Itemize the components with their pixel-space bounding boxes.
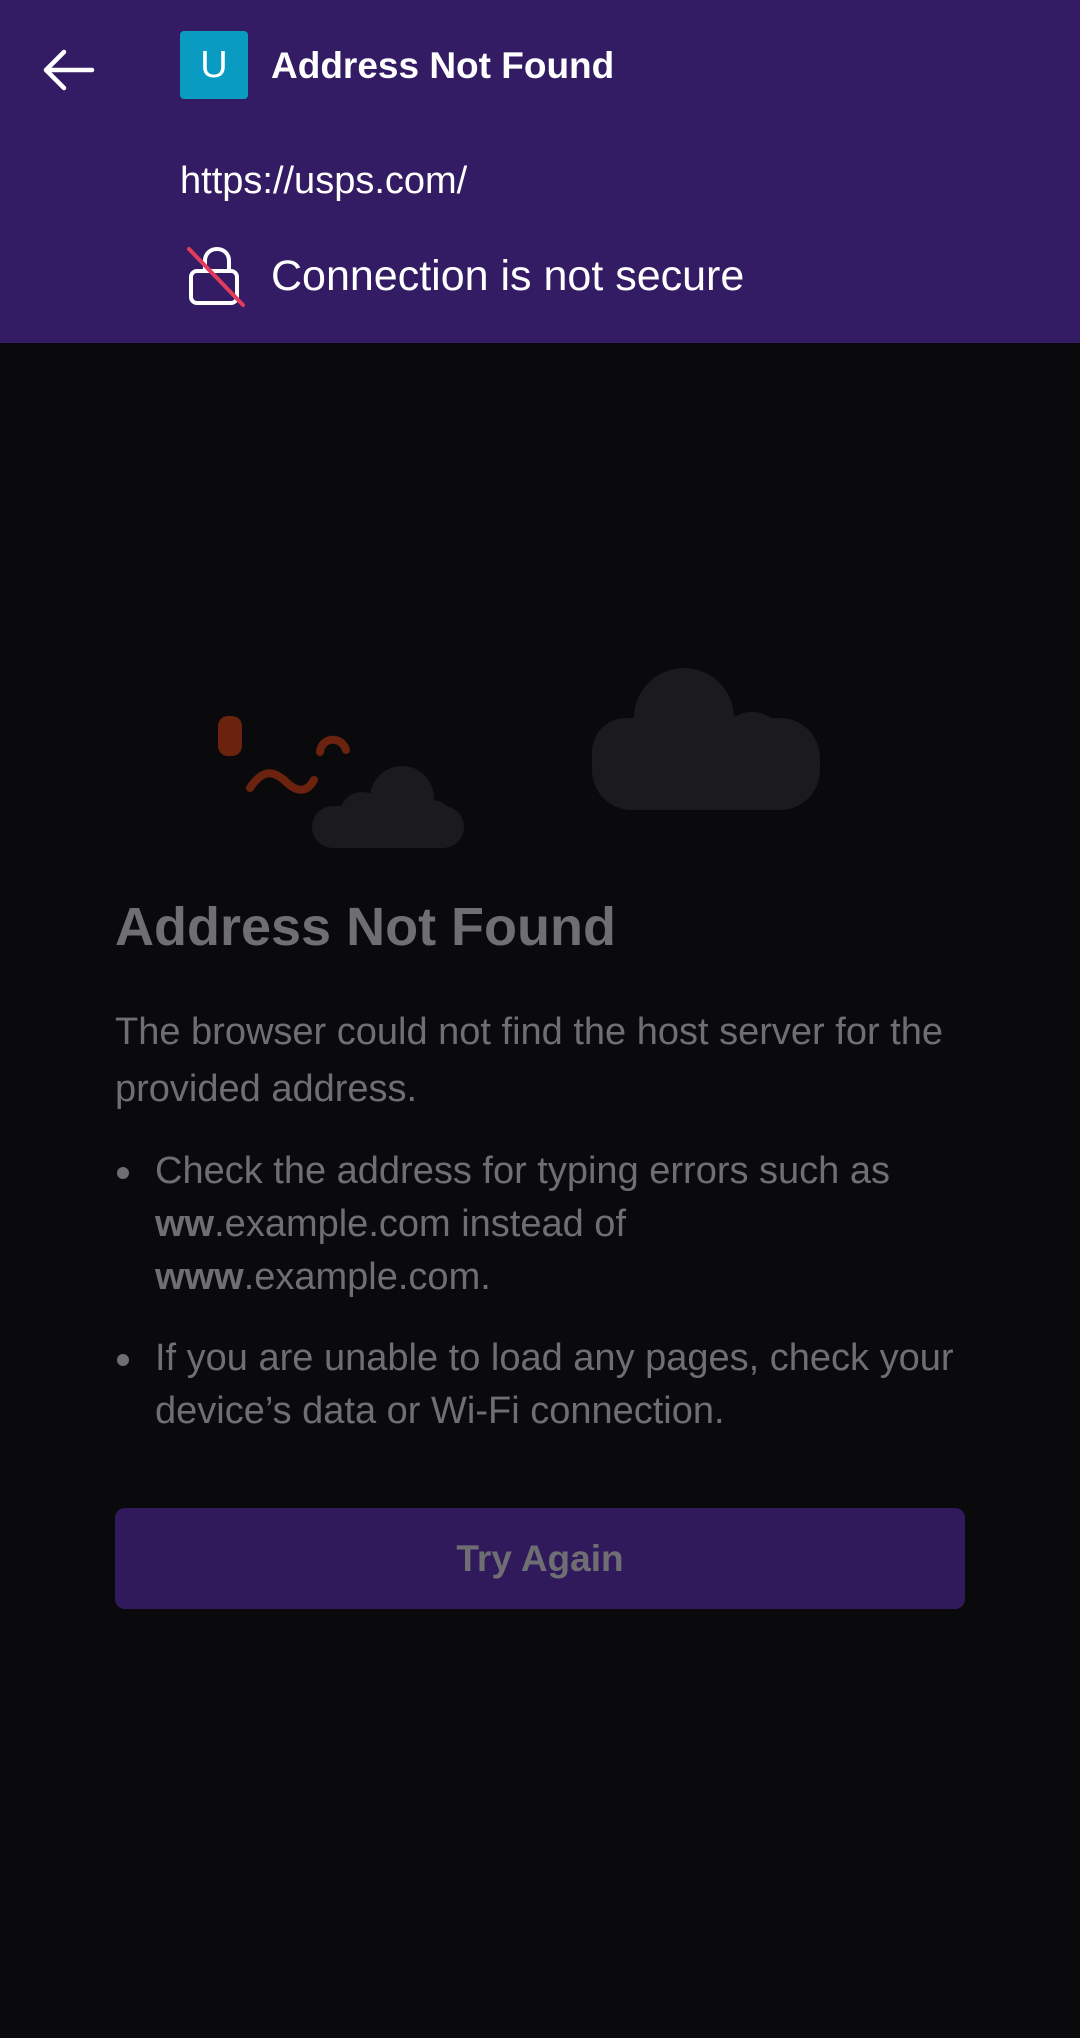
error-illustration — [218, 668, 820, 848]
suggestion-item: Check the address for typing errors such… — [115, 1145, 965, 1304]
site-url: https://usps.com/ — [180, 160, 468, 202]
try-again-button[interactable]: Try Again — [115, 1508, 965, 1609]
bullet-dot — [117, 1166, 129, 1179]
site-favicon: U — [180, 31, 248, 99]
arrow-left-icon — [43, 49, 95, 91]
connection-security-status[interactable]: Connection is not secure — [271, 252, 744, 300]
insecure-lock-icon — [187, 246, 245, 307]
page-title: Address Not Found — [271, 45, 615, 86]
sad-face-illustration — [218, 716, 350, 794]
site-info-header: U Address Not Found https://usps.com/ Co… — [0, 0, 1080, 343]
error-description: The browser could not find the host serv… — [115, 1010, 943, 1110]
error-title: Address Not Found — [115, 897, 616, 957]
large-cloud-illustration — [592, 668, 820, 810]
small-cloud-illustration — [312, 766, 464, 848]
suggestion-item: If you are unable to load any pages, che… — [115, 1332, 965, 1438]
error-suggestions: Check the address for typing errors such… — [115, 1145, 965, 1438]
site-favicon-letter: U — [200, 43, 228, 86]
back-button[interactable] — [28, 30, 108, 110]
bullet-dot — [117, 1353, 129, 1366]
error-content: Address Not Found The browser could not … — [115, 895, 965, 1466]
